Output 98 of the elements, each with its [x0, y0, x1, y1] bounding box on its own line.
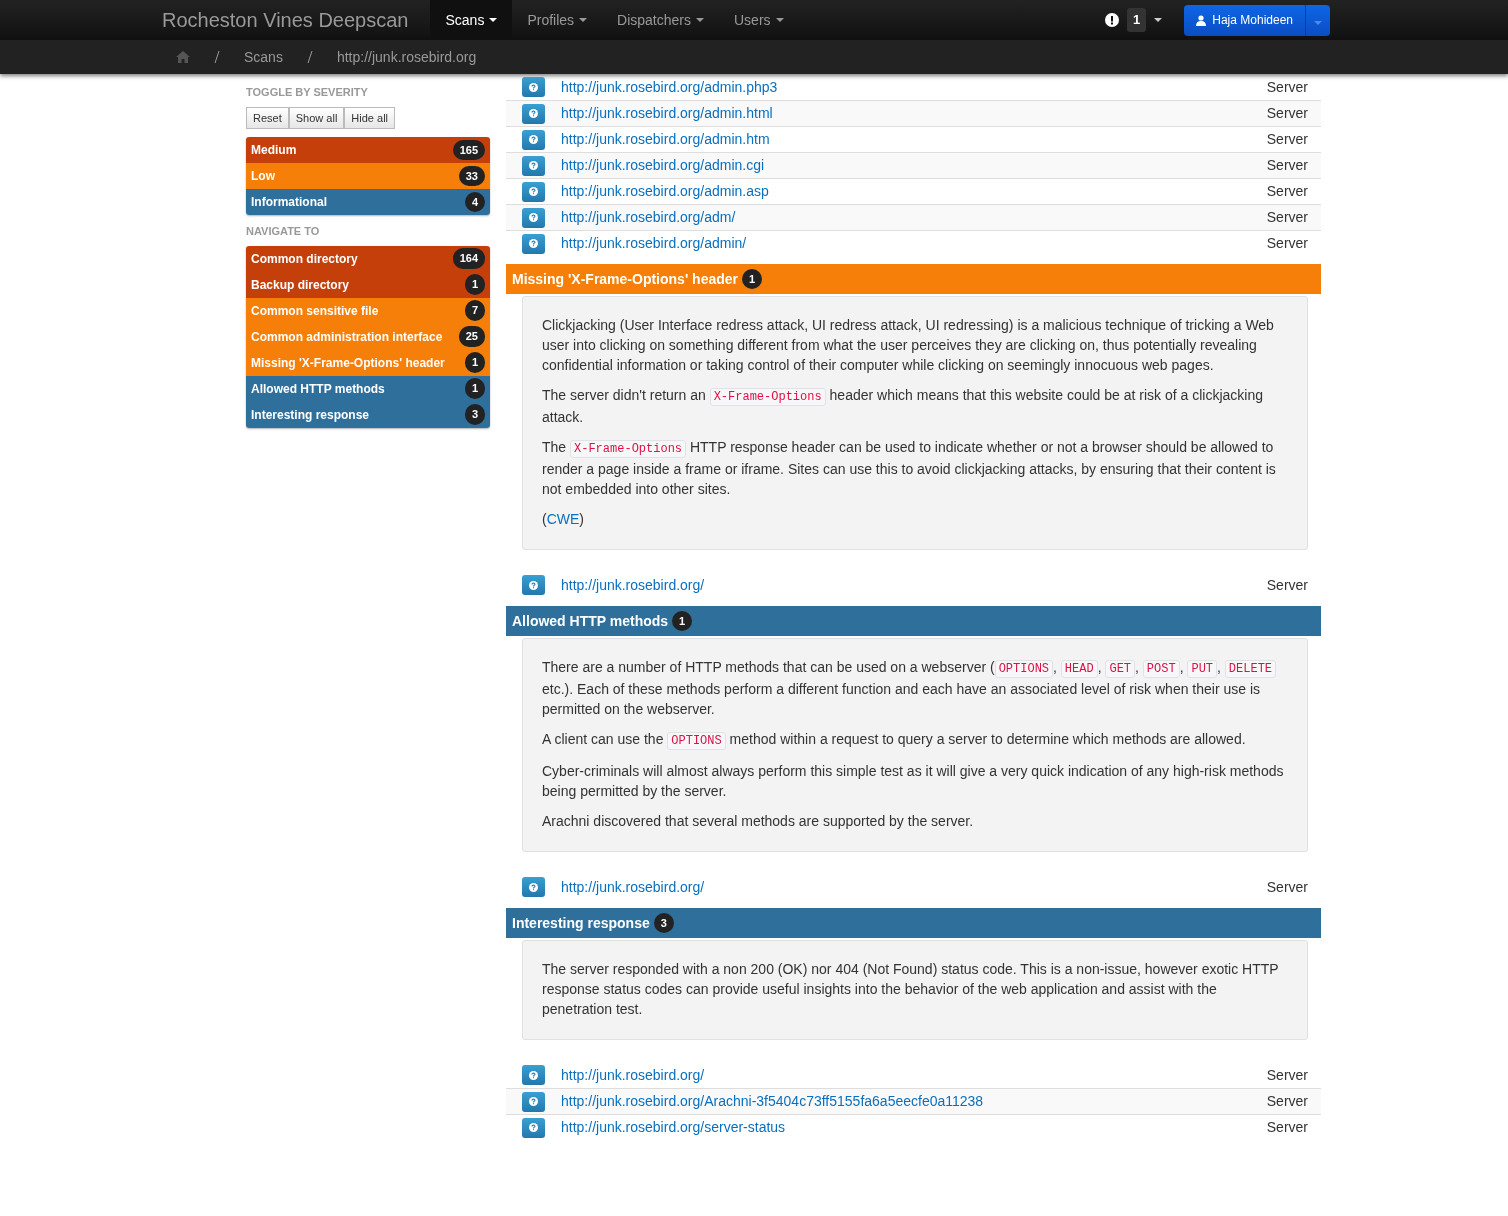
help-button[interactable]	[522, 77, 545, 97]
user-icon	[1196, 14, 1207, 26]
separator-icon	[306, 51, 313, 63]
filter-item[interactable]: Interesting response 3	[246, 401, 490, 428]
filter-item[interactable]: Low 33	[246, 163, 490, 189]
breadcrumb-link[interactable]: http://junk.rosebird.org	[336, 46, 477, 68]
issue-count: 3	[653, 912, 674, 934]
url-link[interactable]: http://junk.rosebird.org/adm/	[561, 207, 736, 228]
question-icon	[529, 187, 538, 196]
url-link[interactable]: http://junk.rosebird.org/admin.html	[561, 103, 773, 124]
filter-item[interactable]: Medium 165	[246, 137, 490, 163]
filter-item[interactable]: Common administration interface 25	[246, 323, 490, 350]
toggle-button[interactable]: Show all	[288, 106, 345, 129]
toggle-button[interactable]: Hide all	[344, 106, 395, 129]
app-title[interactable]: Rocheston Vines Deepscan	[160, 5, 431, 35]
element-type: Server	[1266, 575, 1308, 595]
element-type: Server	[1266, 104, 1308, 123]
question-icon	[529, 1070, 538, 1080]
help-button[interactable]	[522, 207, 545, 228]
issue-title: Interesting response	[512, 913, 650, 933]
element-type: Server	[1266, 77, 1308, 97]
reference-link[interactable]: CWE	[546, 511, 580, 527]
element-type: Server	[1266, 1065, 1308, 1085]
filter-item[interactable]: Backup directory 1	[246, 271, 490, 298]
help-button[interactable]	[522, 155, 545, 176]
caret-icon	[1314, 20, 1322, 25]
description-text: (CWE)	[542, 510, 585, 529]
question-icon	[529, 161, 538, 170]
issue-title: Missing 'X-Frame-Options' header	[512, 269, 739, 289]
question-icon	[529, 580, 538, 590]
description-text: Arachni discovered that several methods are supported by the server.	[542, 812, 975, 831]
help-button[interactable]	[522, 1117, 545, 1138]
dropdown-toggle-button[interactable]	[1305, 4, 1330, 36]
url-link[interactable]: http://junk.rosebird.org/admin/	[561, 233, 747, 254]
element-type: Server	[1266, 156, 1308, 175]
element-type: Server	[1266, 208, 1308, 227]
question-icon	[529, 239, 538, 248]
description-text: A client can use the OPTIONS method within a request to query a server to determine which methods are allowed.	[542, 730, 1247, 751]
url-link[interactable]: http://junk.rosebird.org/admin.cgi	[561, 155, 765, 176]
help-button[interactable]	[522, 181, 545, 202]
breadcrumb-link[interactable]: Scans	[244, 46, 283, 68]
nav-menu[interactable]: Dispatchers	[602, 0, 719, 40]
issue-count: 1	[672, 610, 693, 632]
notification-count[interactable]: 1	[1127, 8, 1147, 32]
url-link[interactable]: http://junk.rosebird.org/Arachni-3f5404c73ff5155fa6a5eecfe0a11238	[561, 1091, 984, 1112]
help-button[interactable]	[522, 103, 545, 124]
question-icon	[529, 1123, 538, 1132]
issue-title: Allowed HTTP methods	[512, 611, 669, 631]
question-icon	[529, 135, 538, 144]
caret-icon	[775, 18, 784, 22]
description-text: The server didn't return an X-Frame-Options header which means that this website could be at risk of a clickjacking attack.	[542, 386, 1265, 427]
url-link[interactable]: http://junk.rosebird.org/admin.htm	[561, 129, 770, 150]
url-link[interactable]: http://junk.rosebird.org/admin.php3	[561, 76, 778, 98]
url-link[interactable]: http://junk.rosebird.org/	[561, 1064, 705, 1086]
caret-icon	[696, 18, 704, 22]
toggle-button[interactable]: Reset	[246, 106, 289, 129]
question-icon	[529, 82, 538, 92]
filter-item[interactable]: Common directory 164	[246, 245, 490, 272]
caret-icon	[1154, 18, 1163, 22]
filter-item[interactable]: Common sensitive file 7	[246, 297, 490, 324]
caret-icon	[579, 18, 588, 22]
description-text: The X-Frame-Options HTTP response header can be used to indicate whether or not a browser should be allowed to render a page inside a frame or iframe. Sites can use this to avoid clickjacking attacks, by ensuring that their content is not embedded into other sites.	[542, 438, 1277, 499]
description-text: Clickjacking (User Interface redress attack, UI redress attack, UI redressing) is a malicious technique of tricking a Web user into clicking on something different from what the user perceives they are clicking on, thus potentially revealing confidential information or taking control of their computer while clicking on seemingly innocuous web pages.	[542, 316, 1275, 375]
question-icon	[529, 109, 538, 118]
question-icon	[529, 213, 538, 222]
element-type: Server	[1266, 1118, 1308, 1137]
description-text: Cyber-criminals will almost always perform this simple test as it will give a very quick indication of any high-risk methods being permitted by the server.	[542, 762, 1285, 801]
alert-icon	[1105, 13, 1120, 27]
url-link[interactable]: http://junk.rosebird.org/	[561, 876, 705, 898]
description-text: There are a number of HTTP methods that can be used on a webserver ( OPTIONS , HEAD , GET , POST , PUT , DELETE etc.). Each of these methods perform a different function and each have an associated level of risk when their use is permitted on the webserver.	[542, 657, 1288, 719]
issue-count: 1	[742, 268, 763, 290]
description-text: The server responded with a non 200 (OK) nor 404 (Not Found) status code. This is a non-issue, however exotic HTTP response status codes can provide useful insights into the behavior of the web application and assist with the penetration test.	[542, 960, 1280, 1019]
filter-item[interactable]: Missing 'X-Frame-Options' header 1	[246, 349, 490, 376]
caret-icon	[489, 18, 498, 22]
url-link[interactable]: http://junk.rosebird.org/	[561, 574, 705, 596]
url-link[interactable]: http://junk.rosebird.org/admin.asp	[561, 181, 769, 202]
filter-item[interactable]: Informational 4	[246, 189, 490, 215]
element-type: Server	[1266, 182, 1308, 201]
user-menu-button[interactable]: Haja Mohideen	[1184, 4, 1305, 36]
help-button[interactable]	[522, 877, 545, 897]
question-icon	[529, 1097, 538, 1106]
help-button[interactable]	[522, 575, 545, 595]
help-button[interactable]	[522, 1091, 545, 1112]
filter-item[interactable]: Allowed HTTP methods 1	[246, 375, 490, 402]
help-button[interactable]	[522, 1065, 545, 1085]
help-button[interactable]	[522, 233, 545, 254]
question-icon	[529, 882, 538, 892]
url-link[interactable]: http://junk.rosebird.org/server-status	[561, 1117, 786, 1138]
section-heading: TOGGLE BY SEVERITY	[246, 85, 369, 100]
element-type: Server	[1266, 130, 1308, 149]
element-type: Server	[1266, 234, 1308, 253]
help-button[interactable]	[522, 129, 545, 150]
nav-menu[interactable]: Users	[719, 0, 799, 40]
section-heading: NAVIGATE TO	[246, 224, 321, 239]
element-type: Server	[1266, 877, 1308, 897]
element-type: Server	[1266, 1092, 1308, 1111]
separator-icon	[214, 51, 220, 63]
nav-menu[interactable]: Profiles	[512, 0, 603, 40]
